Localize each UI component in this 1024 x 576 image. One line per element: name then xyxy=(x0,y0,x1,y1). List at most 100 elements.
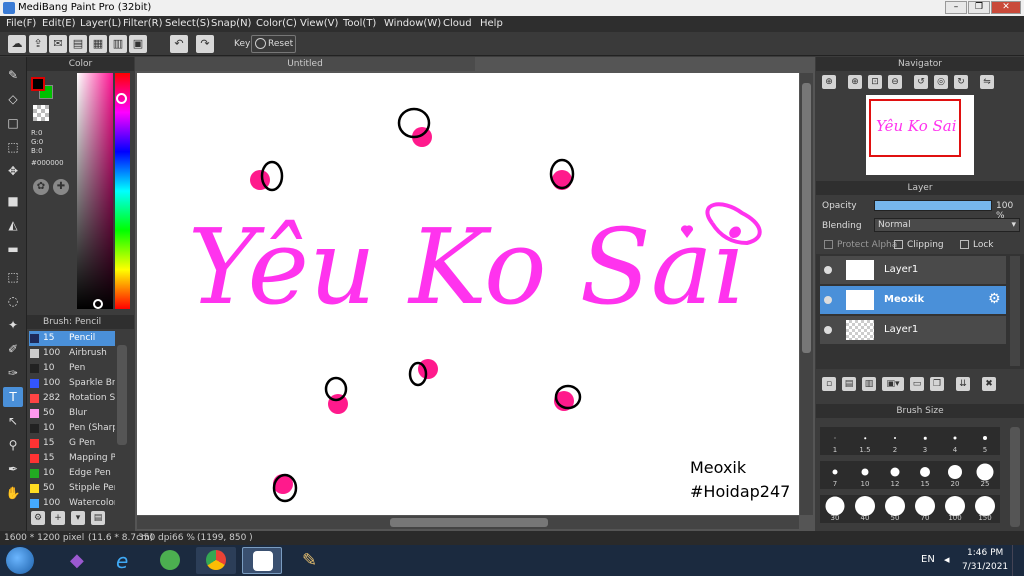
magic-wand-icon[interactable]: ✦ xyxy=(3,315,23,335)
brush-size-cell[interactable]: 20 xyxy=(940,461,970,489)
start-button[interactable] xyxy=(6,547,34,574)
speaker-icon[interactable]: ◂ xyxy=(944,553,950,566)
zoom-fit-icon[interactable]: ⊕ xyxy=(822,75,836,89)
brush-tool-icon[interactable]: ✎ xyxy=(3,65,23,85)
menu-edit[interactable]: Edit(E) xyxy=(42,18,76,29)
layers-icon[interactable]: ▣ xyxy=(129,35,147,53)
eye-icon[interactable] xyxy=(824,296,832,304)
layer-scrollbar[interactable] xyxy=(1010,256,1020,366)
brush-size-cell[interactable]: 100 xyxy=(940,495,970,523)
brush-size-cell[interactable]: 4 xyxy=(940,427,970,455)
brush-settings-icon[interactable]: ⚙ xyxy=(31,511,45,525)
brush-item[interactable]: 100 Airbrush xyxy=(29,346,115,361)
close-button[interactable]: ✕ xyxy=(991,1,1021,14)
canvas-tab[interactable]: Untitled xyxy=(135,57,475,71)
operation-tool-icon[interactable]: ↖ xyxy=(3,411,23,431)
marquee-tool-icon[interactable]: ⬚ xyxy=(3,267,23,287)
export-icon[interactable]: ⇪ xyxy=(29,35,47,53)
brush-item[interactable]: 50 Blur xyxy=(29,406,115,421)
menu-select[interactable]: Select(S) xyxy=(165,18,210,29)
medibang-taskbar-icon[interactable] xyxy=(242,547,282,574)
brush-size-scrollbar[interactable] xyxy=(1010,427,1020,527)
chrome-icon[interactable] xyxy=(196,547,236,574)
select-eraser-icon[interactable]: ✑ xyxy=(3,363,23,383)
brush-item[interactable]: 15 Pencil xyxy=(29,331,115,346)
menu-tool[interactable]: Tool(T) xyxy=(343,18,376,29)
brush-size-cell[interactable]: 50 xyxy=(880,495,910,523)
select-tool-icon[interactable]: ⬚ xyxy=(3,137,23,157)
brush-size-cell[interactable]: 7 xyxy=(820,461,850,489)
menu-cloud[interactable]: Cloud xyxy=(443,18,472,29)
layer-row[interactable]: Layer1 xyxy=(820,256,1006,284)
cloud-icon[interactable]: ☁ xyxy=(8,35,26,53)
brush-doc-icon[interactable]: ▤ xyxy=(91,511,105,525)
eye-icon[interactable] xyxy=(824,266,832,274)
horizontal-scroll-thumb[interactable] xyxy=(390,518,548,527)
flip-icon[interactable]: ⇋ xyxy=(980,75,994,89)
new-layer-icon[interactable]: ▫ xyxy=(822,377,836,391)
horizontal-scrollbar[interactable] xyxy=(137,516,799,529)
eye-icon[interactable] xyxy=(824,326,832,334)
sv-picker-handle[interactable] xyxy=(93,299,103,309)
clipping-checkbox[interactable] xyxy=(894,240,903,249)
brush-size-cell[interactable]: 1.5 xyxy=(850,427,880,455)
brush-item[interactable]: 50 Stipple Pen xyxy=(29,481,115,496)
vertical-scroll-thumb[interactable] xyxy=(802,83,811,353)
brush-size-cell[interactable]: 70 xyxy=(910,495,940,523)
move-tool-icon[interactable]: ✥ xyxy=(3,161,23,181)
dot-tool-icon[interactable]: □ xyxy=(3,113,23,133)
merge-layer-icon[interactable]: ⇊ xyxy=(956,377,970,391)
brush-size-cell[interactable]: 10 xyxy=(850,461,880,489)
new-1bit-layer-icon[interactable]: ▥ xyxy=(862,377,876,391)
opacity-slider[interactable] xyxy=(874,200,992,211)
brush-item[interactable]: 10 Pen (Sharp) xyxy=(29,421,115,436)
lasso-tool-icon[interactable]: ◌ xyxy=(3,291,23,311)
brush-item[interactable]: 15 G Pen xyxy=(29,436,115,451)
document-icon[interactable]: ▦ xyxy=(89,35,107,53)
bucket-tool-icon[interactable]: ◭ xyxy=(3,215,23,235)
gear-icon[interactable]: ⚙ xyxy=(988,291,1001,307)
text-tool-icon[interactable]: T xyxy=(3,387,23,407)
brush-size-cell[interactable]: 3 xyxy=(910,427,940,455)
undo-icon[interactable]: ↶ xyxy=(170,35,188,53)
menu-window[interactable]: Window(W) xyxy=(384,18,441,29)
hue-slider-handle[interactable] xyxy=(116,93,127,104)
add-brush-icon[interactable]: + xyxy=(51,511,65,525)
brush-menu-icon[interactable]: ▾ xyxy=(71,511,85,525)
brush-list-scrollbar[interactable] xyxy=(117,345,127,445)
visual-studio-icon[interactable]: ◆ xyxy=(58,547,98,574)
brush-item[interactable]: 15 Mapping Pen xyxy=(29,451,115,466)
trash-icon[interactable]: ✖ xyxy=(982,377,996,391)
brush-size-cell[interactable]: 5 xyxy=(970,427,1000,455)
menu-snap[interactable]: Snap(N) xyxy=(211,18,251,29)
zoom-out-icon[interactable]: ⊖ xyxy=(888,75,902,89)
rotate-reset-icon[interactable]: ◎ xyxy=(934,75,948,89)
maximize-button[interactable]: ❐ xyxy=(968,1,990,14)
menu-filter[interactable]: Filter(R) xyxy=(123,18,163,29)
paint-icon[interactable]: ✎ xyxy=(290,547,330,574)
comment-icon[interactable]: ▤ xyxy=(69,35,87,53)
blending-select[interactable]: Normal ▾ xyxy=(874,218,1020,232)
rotate-left-icon[interactable]: ↺ xyxy=(914,75,928,89)
brush-item[interactable]: 100 Sparkle Brush xyxy=(29,376,115,391)
pen-tool-icon[interactable]: ✒ xyxy=(3,459,23,479)
menu-view[interactable]: View(V) xyxy=(300,18,338,29)
brush-size-cell[interactable]: 25 xyxy=(970,461,1000,489)
brush-size-cell[interactable]: 40 xyxy=(850,495,880,523)
saturation-value-box[interactable] xyxy=(77,73,113,309)
duplicate-layer-icon[interactable]: ❐ xyxy=(930,377,944,391)
palette-icon[interactable]: ✿ xyxy=(33,179,49,195)
reset-button[interactable]: Reset xyxy=(251,35,296,53)
primary-color[interactable] xyxy=(31,77,45,91)
folder-icon[interactable]: ▭ xyxy=(910,377,924,391)
show-desktop-button[interactable] xyxy=(1012,545,1024,576)
coccoc-icon[interactable] xyxy=(150,547,190,574)
brush-size-cell[interactable]: 30 xyxy=(820,495,850,523)
minimize-button[interactable]: – xyxy=(945,1,967,14)
rotate-right-icon[interactable]: ↻ xyxy=(954,75,968,89)
select-pen-icon[interactable]: ✐ xyxy=(3,339,23,359)
brush-size-cell[interactable]: 12 xyxy=(880,461,910,489)
eyedropper-icon[interactable]: ⚲ xyxy=(3,435,23,455)
brush-item[interactable]: 10 Edge Pen xyxy=(29,466,115,481)
navigator-preview[interactable]: Yêu Ko Sai xyxy=(866,95,974,175)
